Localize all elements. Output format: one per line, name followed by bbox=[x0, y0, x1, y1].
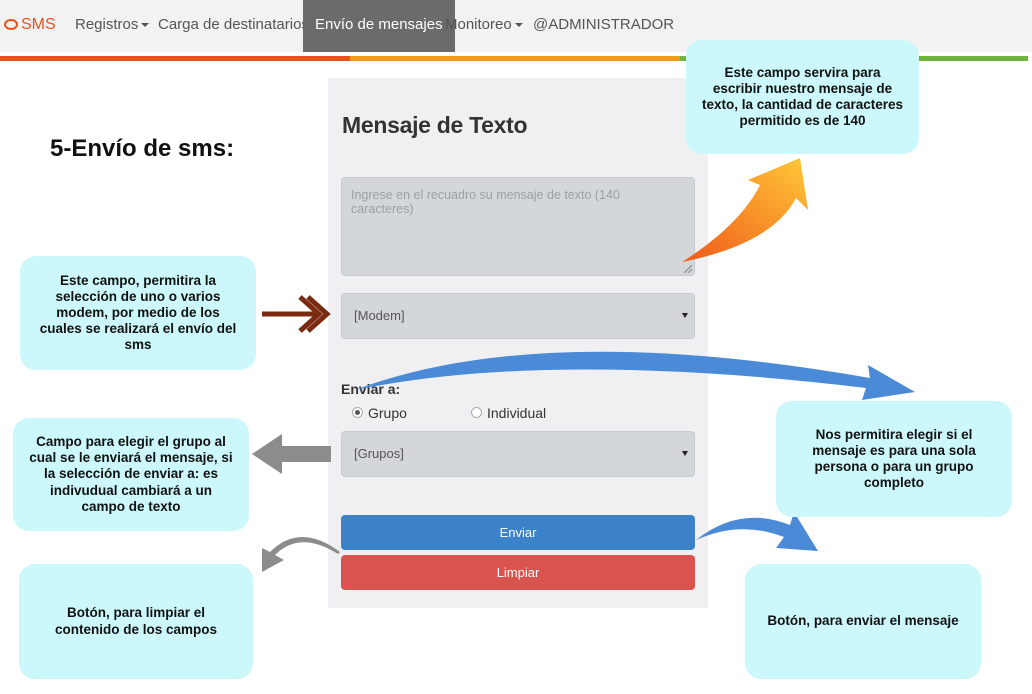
gray-curve-arrow-icon bbox=[262, 537, 340, 572]
callout-send-to: Nos permitira elegir si el mensaje es pa… bbox=[776, 401, 1012, 517]
callout-send-button: Botón, para enviar el mensaje bbox=[745, 564, 981, 679]
brown-arrow-icon bbox=[262, 295, 331, 333]
callout-group-field: Campo para elegir el grupo al cual se le… bbox=[13, 418, 249, 531]
callout-clear-button: Botón, para limpiar el contenido de los … bbox=[19, 564, 253, 679]
gray-arrow-icon bbox=[252, 434, 331, 474]
callout-message-field: Este campo servira para escribir nuestro… bbox=[686, 40, 919, 154]
blue-curve-arrow-icon bbox=[355, 351, 915, 400]
callout-modem-field: Este campo, permitira la selección de un… bbox=[20, 256, 256, 370]
orange-arrow-icon bbox=[682, 158, 808, 262]
blue-send-arrow-icon bbox=[696, 512, 818, 551]
